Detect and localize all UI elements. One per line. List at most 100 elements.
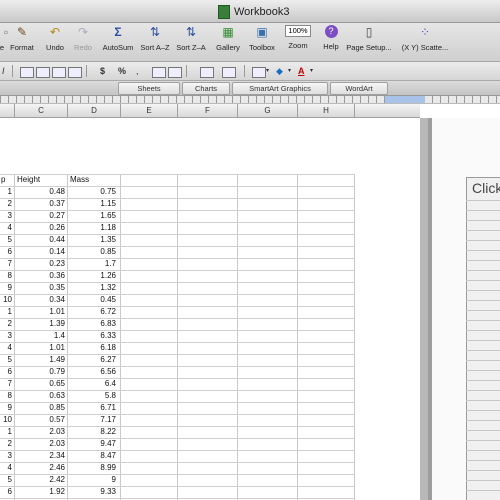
data-cell[interactable]: 0.85: [68, 246, 116, 258]
data-cell[interactable]: 6.71: [68, 402, 116, 414]
data-cell[interactable]: 9: [68, 474, 116, 486]
data-cell[interactable]: 2.42: [15, 474, 65, 486]
borders-icon[interactable]: [252, 67, 266, 78]
data-cell[interactable]: 6.33: [68, 330, 116, 342]
sheet-grid[interactable]: p Height Mass 1 0.48 0.75 2 0.37 1.15 3 0.27 1.65 4 0…: [0, 118, 420, 500]
data-cell[interactable]: 1: [0, 426, 12, 438]
data-cell[interactable]: 3: [0, 450, 12, 462]
data-cell[interactable]: 1: [0, 306, 12, 318]
data-cell[interactable]: 1.65: [68, 210, 116, 222]
column-header-b[interactable]: [0, 104, 15, 118]
increase-decimal-icon[interactable]: [152, 67, 166, 78]
data-cell[interactable]: 6: [0, 366, 12, 378]
data-cell[interactable]: 4: [0, 222, 12, 234]
data-cell[interactable]: 8.47: [68, 450, 116, 462]
data-cell[interactable]: 0.48: [15, 186, 65, 198]
font-color-dropdown-icon[interactable]: ▾: [310, 65, 313, 77]
data-cell[interactable]: 0.45: [68, 294, 116, 306]
data-cell[interactable]: 0.36: [15, 270, 65, 282]
data-cell[interactable]: 2.03: [15, 438, 65, 450]
tab-charts[interactable]: Charts: [182, 82, 230, 95]
header-cell[interactable]: Height: [17, 174, 67, 186]
data-cell[interactable]: 5: [0, 234, 12, 246]
data-cell[interactable]: 3: [0, 330, 12, 342]
toolbar-format-button[interactable]: ✎ Format: [8, 25, 36, 52]
toolbar-gallery-button[interactable]: ▦ Gallery: [212, 25, 244, 52]
data-cell[interactable]: 5: [0, 474, 12, 486]
data-cell[interactable]: 1.18: [68, 222, 116, 234]
align-right-icon[interactable]: [52, 67, 66, 78]
data-cell[interactable]: 6: [0, 486, 12, 498]
indent-icon[interactable]: [222, 67, 236, 78]
header-cell[interactable]: p: [1, 174, 13, 186]
data-cell[interactable]: 8: [0, 270, 12, 282]
data-cell[interactable]: 8: [0, 390, 12, 402]
data-cell[interactable]: 2: [0, 318, 12, 330]
data-cell[interactable]: 1.15: [68, 198, 116, 210]
toolbar-sort-za-button[interactable]: ⇅ Sort Z–A: [173, 25, 209, 52]
data-cell[interactable]: 0.34: [15, 294, 65, 306]
data-cell[interactable]: 1.35: [68, 234, 116, 246]
toolbar-autosum-button[interactable]: Σ AutoSum: [100, 25, 136, 52]
column-header-c[interactable]: C: [15, 104, 68, 118]
data-cell[interactable]: 0.65: [15, 378, 65, 390]
data-cell[interactable]: 0.57: [15, 414, 65, 426]
data-cell[interactable]: 9.47: [68, 438, 116, 450]
font-color-icon[interactable]: A: [298, 65, 305, 77]
data-cell[interactable]: 1.4: [15, 330, 65, 342]
column-header-g[interactable]: G: [238, 104, 298, 118]
data-cell[interactable]: 0.79: [15, 366, 65, 378]
justify-icon[interactable]: [68, 67, 82, 78]
toolbar-help-button[interactable]: ? Help: [320, 25, 342, 51]
data-cell[interactable]: 10: [0, 294, 12, 306]
data-cell[interactable]: 0.27: [15, 210, 65, 222]
data-cell[interactable]: 0.23: [15, 258, 65, 270]
data-cell[interactable]: 0.85: [15, 402, 65, 414]
fill-color-icon[interactable]: ◆: [276, 65, 283, 77]
data-cell[interactable]: 2: [0, 198, 12, 210]
data-cell[interactable]: 0.35: [15, 282, 65, 294]
data-cell[interactable]: 7.17: [68, 414, 116, 426]
column-header-i[interactable]: [355, 104, 420, 118]
data-cell[interactable]: 6: [0, 246, 12, 258]
zoom-value[interactable]: 100%: [285, 25, 311, 37]
placeholder-text[interactable]: Click: [472, 180, 500, 196]
data-cell[interactable]: 6.18: [68, 342, 116, 354]
data-cell[interactable]: 4: [0, 342, 12, 354]
currency-button[interactable]: $: [100, 65, 105, 77]
data-cell[interactable]: 1: [0, 186, 12, 198]
data-cell[interactable]: 5: [0, 354, 12, 366]
data-cell[interactable]: 6.4: [68, 378, 116, 390]
data-cell[interactable]: 2.03: [15, 426, 65, 438]
toolbar-toolbox-button[interactable]: ▣ Toolbox: [245, 25, 279, 52]
data-cell[interactable]: 9.33: [68, 486, 116, 498]
toolbar-undo-button[interactable]: ↶ Undo: [40, 25, 70, 52]
data-cell[interactable]: 6.56: [68, 366, 116, 378]
align-center-icon[interactable]: [36, 67, 50, 78]
data-cell[interactable]: 2: [0, 438, 12, 450]
tab-sheets[interactable]: Sheets: [118, 82, 180, 95]
data-cell[interactable]: 10: [0, 414, 12, 426]
percent-button[interactable]: %: [118, 65, 126, 77]
fill-color-dropdown-icon[interactable]: ▾: [288, 65, 291, 77]
data-cell[interactable]: 1.32: [68, 282, 116, 294]
comma-style-icon[interactable]: ,: [136, 65, 139, 77]
toolbar-page-setup-button[interactable]: ▯ Page Setup...: [344, 25, 394, 52]
align-left-icon[interactable]: [20, 67, 34, 78]
data-cell[interactable]: 1.01: [15, 342, 65, 354]
data-cell[interactable]: 9: [0, 402, 12, 414]
data-cell[interactable]: 4: [0, 462, 12, 474]
outdent-icon[interactable]: [200, 67, 214, 78]
data-cell[interactable]: 0.44: [15, 234, 65, 246]
data-cell[interactable]: 1.26: [68, 270, 116, 282]
data-cell[interactable]: 3: [0, 210, 12, 222]
data-cell[interactable]: 6.27: [68, 354, 116, 366]
decrease-decimal-icon[interactable]: [168, 67, 182, 78]
data-cell[interactable]: 0.75: [68, 186, 116, 198]
data-cell[interactable]: 0.63: [15, 390, 65, 402]
data-cell[interactable]: 2.34: [15, 450, 65, 462]
data-cell[interactable]: 5.8: [68, 390, 116, 402]
data-cell[interactable]: 1.39: [15, 318, 65, 330]
data-cell[interactable]: 8.99: [68, 462, 116, 474]
data-cell[interactable]: 1.92: [15, 486, 65, 498]
